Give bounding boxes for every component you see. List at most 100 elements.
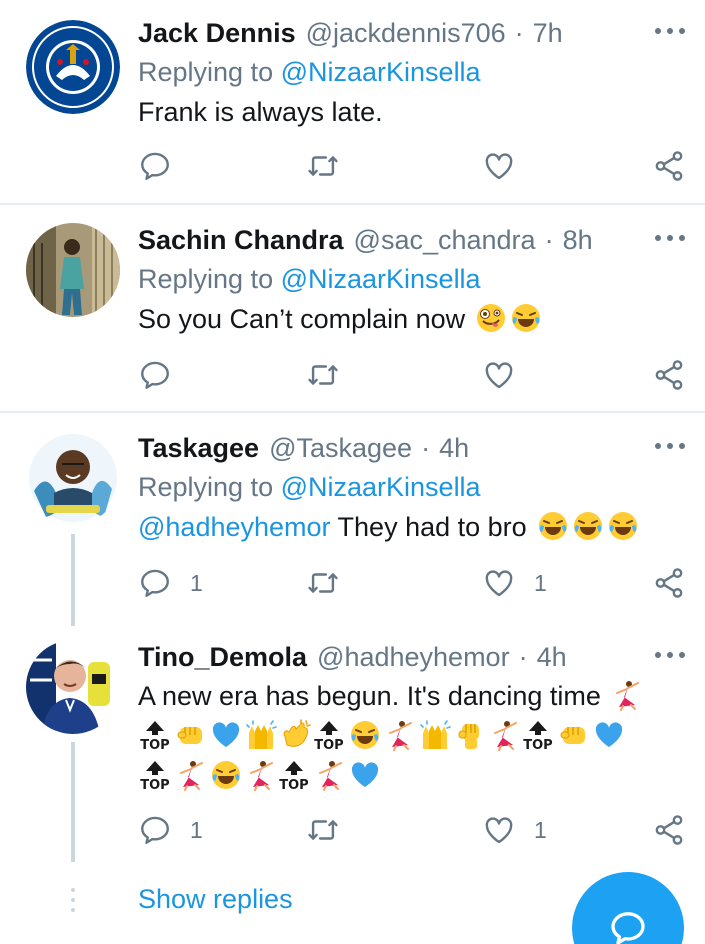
more-icon[interactable] bbox=[655, 235, 685, 243]
raising-hands-icon bbox=[419, 719, 451, 751]
clapping-hands-icon bbox=[280, 719, 312, 751]
show-replies-link[interactable]: Show replies bbox=[138, 884, 293, 915]
fist-icon bbox=[558, 719, 590, 751]
like-count: 1 bbox=[534, 569, 547, 596]
tweet-text: Frank is always late. bbox=[138, 97, 383, 127]
timestamp[interactable]: 8h bbox=[563, 225, 593, 256]
svg-text:TOP: TOP bbox=[140, 738, 169, 751]
tears-of-joy-icon bbox=[349, 719, 381, 751]
timestamp[interactable]: 7h bbox=[533, 18, 563, 49]
dancer-icon bbox=[384, 719, 416, 751]
tweet-text-content: So you Can’t complain now bbox=[138, 304, 466, 334]
retweet-button[interactable] bbox=[306, 146, 340, 186]
user-handle[interactable]: @Taskagee bbox=[269, 433, 412, 464]
more-icon[interactable] bbox=[655, 443, 685, 451]
user-handle[interactable]: @sac_chandra bbox=[354, 225, 536, 256]
like-icon bbox=[482, 149, 516, 183]
avatar[interactable] bbox=[26, 431, 120, 525]
share-button[interactable] bbox=[652, 355, 686, 395]
tears-of-joy-icon bbox=[510, 302, 542, 334]
top-arrow-icon: TOP bbox=[138, 759, 172, 793]
like-button[interactable]: 1 bbox=[482, 810, 547, 850]
tweet-header: Sachin Chandra @sac_chandra · 8h bbox=[138, 221, 689, 259]
separator: · bbox=[544, 224, 554, 255]
svg-text:TOP: TOP bbox=[523, 738, 552, 751]
blue-heart-icon bbox=[349, 759, 381, 791]
retweet-button[interactable] bbox=[306, 355, 340, 395]
like-button[interactable]: 1 bbox=[482, 563, 547, 603]
display-name[interactable]: Jack Dennis bbox=[138, 18, 296, 49]
retweet-icon bbox=[306, 149, 340, 183]
user-handle[interactable]: @hadheyhemor bbox=[317, 642, 510, 673]
tweet-text-content: They had to bro bbox=[330, 512, 527, 542]
separator: · bbox=[514, 17, 524, 48]
svg-text:TOP: TOP bbox=[140, 778, 169, 791]
mention-link[interactable]: @NizaarKinsella bbox=[281, 57, 481, 87]
raised-fist-icon bbox=[454, 719, 486, 751]
replying-to: Replying to @NizaarKinsella bbox=[138, 52, 689, 92]
tears-of-joy-icon bbox=[607, 510, 639, 542]
thread-line bbox=[71, 742, 75, 862]
dancer-icon bbox=[314, 759, 346, 791]
replying-to: Replying to @NizaarKinsella bbox=[138, 259, 689, 299]
compose-button[interactable] bbox=[572, 872, 684, 944]
reply-count: 1 bbox=[190, 816, 203, 843]
avatar[interactable] bbox=[26, 640, 120, 734]
dancer-icon bbox=[611, 679, 643, 711]
top-arrow-icon: TOP bbox=[521, 719, 555, 753]
dancer-icon bbox=[245, 759, 277, 791]
more-icon[interactable] bbox=[655, 652, 685, 660]
top-arrow-icon: TOP bbox=[277, 759, 311, 793]
like-count: 1 bbox=[534, 816, 547, 843]
tweet-text: @hadheyhemor They had to bro bbox=[138, 507, 689, 547]
timestamp[interactable]: 4h bbox=[439, 433, 469, 464]
svg-text:TOP: TOP bbox=[279, 778, 308, 791]
share-icon bbox=[652, 813, 686, 847]
tweet-text: A new era has begun. It's dancing time bbox=[138, 676, 689, 716]
separator: · bbox=[421, 432, 431, 463]
more-icon[interactable] bbox=[655, 28, 685, 36]
tears-of-joy-icon bbox=[572, 510, 604, 542]
avatar[interactable] bbox=[26, 20, 120, 114]
retweet-button[interactable] bbox=[306, 563, 340, 603]
like-button[interactable] bbox=[482, 355, 534, 395]
share-button[interactable] bbox=[652, 563, 686, 603]
share-icon bbox=[652, 566, 686, 600]
like-button[interactable] bbox=[482, 146, 534, 186]
retweet-button[interactable] bbox=[306, 810, 340, 850]
raising-hands-icon bbox=[245, 719, 277, 751]
reply-icon bbox=[138, 149, 172, 183]
replying-to-prefix: Replying to bbox=[138, 57, 281, 87]
retweet-icon bbox=[306, 813, 340, 847]
divider bbox=[0, 411, 705, 413]
share-icon bbox=[652, 149, 686, 183]
tweet-header: Tino_Demola @hadheyhemor · 4h bbox=[138, 638, 689, 676]
avatar[interactable] bbox=[26, 223, 120, 317]
share-button[interactable] bbox=[652, 810, 686, 850]
display-name[interactable]: Sachin Chandra bbox=[138, 225, 344, 256]
mention-link[interactable]: @hadheyhemor bbox=[138, 512, 331, 542]
timestamp[interactable]: 4h bbox=[537, 642, 567, 673]
share-button[interactable] bbox=[652, 146, 686, 186]
thread-dots bbox=[71, 888, 75, 918]
tweet-actions: 1 1 bbox=[138, 563, 698, 603]
tweet-header: Jack Dennis @jackdennis706 · 7h bbox=[138, 14, 689, 52]
display-name[interactable]: Taskagee bbox=[138, 433, 259, 464]
display-name[interactable]: Tino_Demola bbox=[138, 642, 307, 673]
mention-link[interactable]: @NizaarKinsella bbox=[281, 472, 481, 502]
replying-to-prefix: Replying to bbox=[138, 264, 281, 294]
dancer-icon bbox=[489, 719, 521, 751]
reply-button[interactable] bbox=[138, 146, 190, 186]
reply-button[interactable]: 1 bbox=[138, 810, 203, 850]
dancer-icon bbox=[175, 759, 207, 791]
divider bbox=[0, 203, 705, 205]
reply-button[interactable] bbox=[138, 355, 190, 395]
user-handle[interactable]: @jackdennis706 bbox=[306, 18, 506, 49]
emoji-line: TOP TOP bbox=[138, 756, 689, 796]
reply-button[interactable]: 1 bbox=[138, 563, 203, 603]
tweet-text-content: A new era has begun. It's dancing time bbox=[138, 681, 601, 711]
replying-to: Replying to @NizaarKinsella bbox=[138, 467, 689, 507]
fist-icon bbox=[175, 719, 207, 751]
tweet-actions bbox=[138, 355, 698, 395]
mention-link[interactable]: @NizaarKinsella bbox=[281, 264, 481, 294]
